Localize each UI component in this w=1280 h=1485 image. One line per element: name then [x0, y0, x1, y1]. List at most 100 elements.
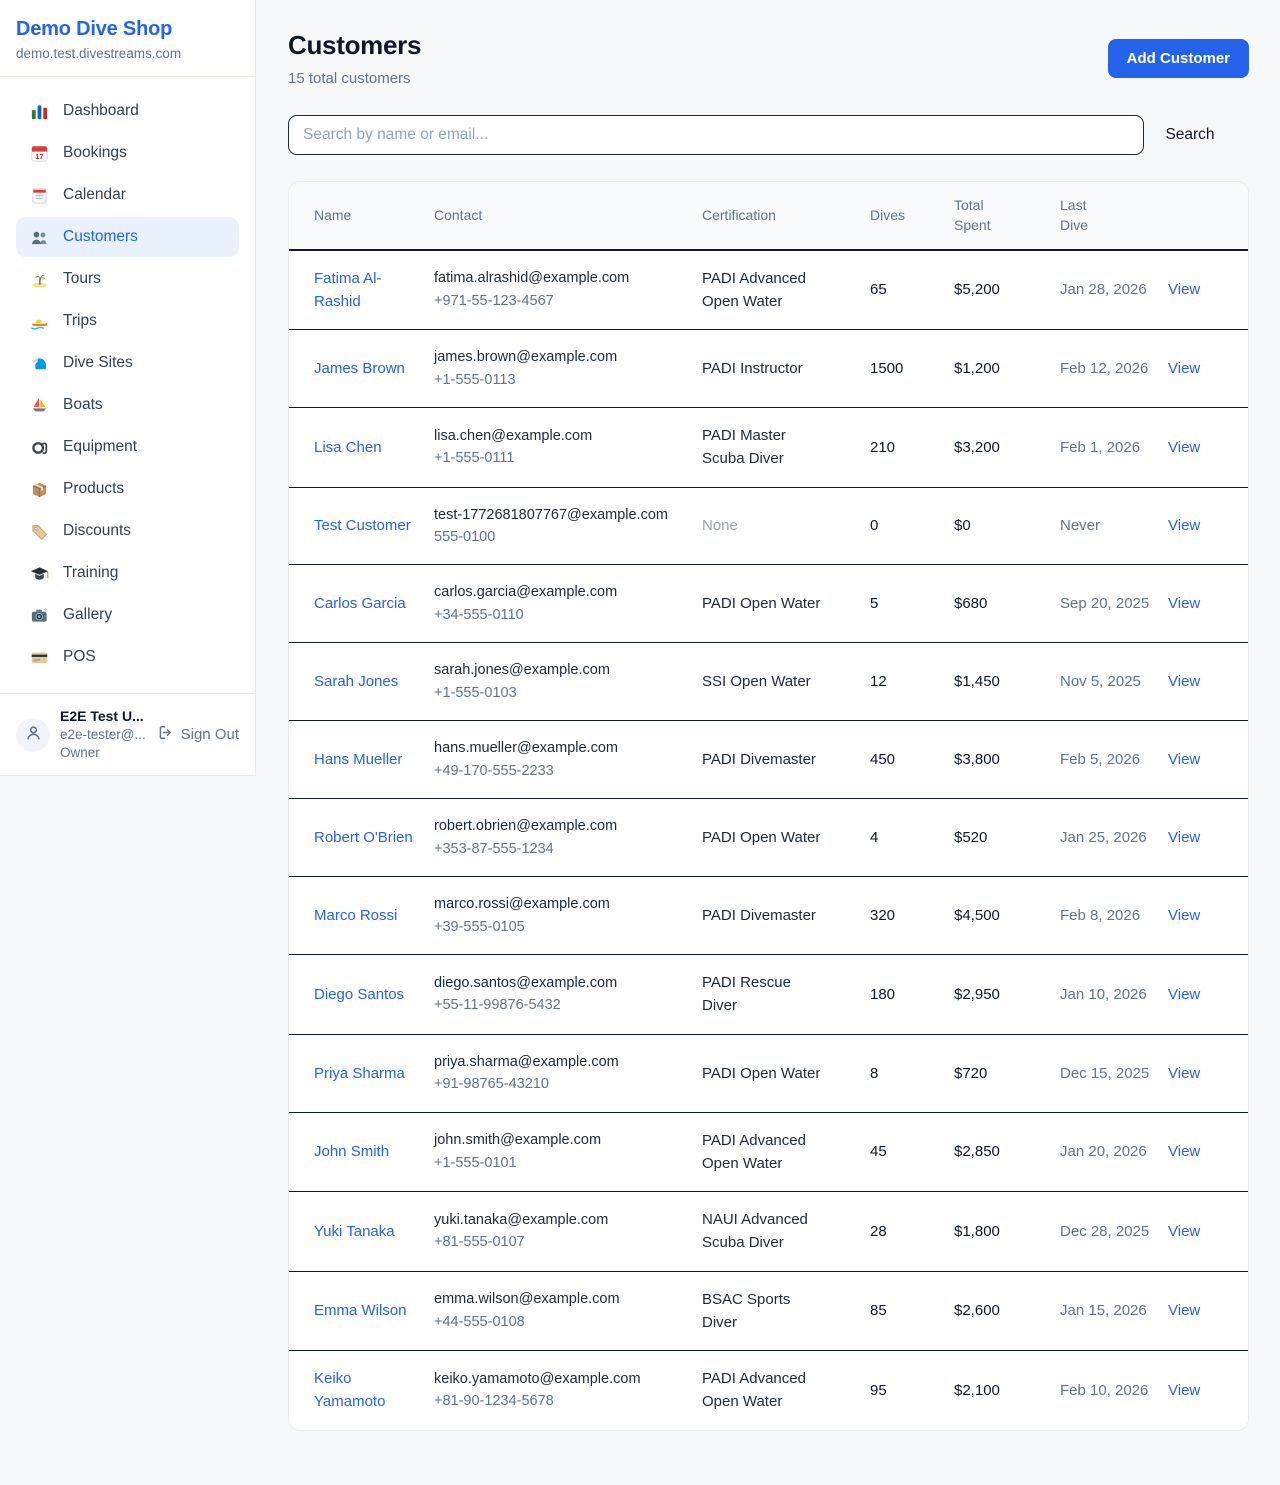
user-name: E2E Test U... [60, 707, 143, 726]
sidebar-item-dashboard[interactable]: Dashboard [16, 91, 239, 131]
tag-icon [28, 521, 50, 541]
sidebar-item-products[interactable]: Products [16, 469, 239, 509]
sidebar-item-label: Bookings [63, 144, 127, 162]
customer-name-link[interactable]: Priya Sharma [314, 1065, 405, 1082]
view-customer-link[interactable]: View [1168, 986, 1200, 1003]
customer-name-link[interactable]: Fatima Al-Rashid [314, 270, 382, 310]
customer-name-link[interactable]: Lisa Chen [314, 439, 382, 456]
contact-cell: marco.rossi@example.com+39-555-0105 [434, 877, 702, 955]
column-header-certification: Certification [702, 182, 870, 250]
view-customer-link[interactable]: View [1168, 1382, 1200, 1399]
customer-name-link[interactable]: Robert O'Brien [314, 829, 413, 846]
customer-last-dive: Feb 1, 2026 [1060, 408, 1168, 488]
camera-icon [28, 605, 50, 625]
customer-certification: PADI Divemaster [702, 907, 816, 924]
speedboat-icon [28, 311, 50, 331]
table-row: Hans Mueller hans.mueller@example.com+49-… [289, 721, 1249, 799]
customer-certification: None [702, 517, 738, 534]
view-customer-link[interactable]: View [1168, 517, 1200, 534]
customer-email: james.brown@example.com [434, 346, 690, 368]
spiral-calendar-icon [28, 185, 50, 205]
shop-name[interactable]: Demo Dive Shop [16, 18, 239, 41]
customer-name-link[interactable]: James Brown [314, 360, 405, 377]
customer-last-dive: Jan 25, 2026 [1060, 799, 1168, 877]
contact-cell: hans.mueller@example.com+49-170-555-2233 [434, 721, 702, 799]
customer-name-link[interactable]: Emma Wilson [314, 1302, 407, 1319]
view-customer-link[interactable]: View [1168, 595, 1200, 612]
sidebar-item-tours[interactable]: Tours [16, 259, 239, 299]
bar-chart-icon [28, 101, 50, 121]
sidebar-item-label: POS [63, 648, 96, 666]
customer-name-link[interactable]: Yuki Tanaka [314, 1223, 395, 1240]
customer-email: john.smith@example.com [434, 1129, 690, 1151]
customer-name-link[interactable]: Carlos Garcia [314, 595, 406, 612]
customer-total-spent: $3,200 [954, 408, 1060, 488]
customer-name-link[interactable]: John Smith [314, 1143, 389, 1160]
customer-email: emma.wilson@example.com [434, 1288, 690, 1310]
table-row: Test Customertest-1772681807767@example.… [289, 487, 1249, 565]
add-customer-button[interactable]: Add Customer [1108, 39, 1249, 78]
customer-name-link[interactable]: Diego Santos [314, 986, 404, 1003]
sidebar-item-label: Calendar [63, 186, 126, 204]
customer-dives: 450 [870, 721, 954, 799]
customer-total-spent: $1,450 [954, 643, 1060, 721]
sidebar-item-trips[interactable]: Trips [16, 301, 239, 341]
customer-certification: PADI Open Water [702, 829, 820, 846]
sidebar-item-calendar[interactable]: Calendar [16, 175, 239, 215]
customer-total-spent: $2,100 [954, 1351, 1060, 1430]
customer-last-dive: Never [1060, 487, 1168, 565]
customer-phone: +1-555-0111 [434, 447, 690, 469]
customer-phone: +81-90-1234-5678 [434, 1390, 690, 1412]
sidebar-item-training[interactable]: Training [16, 553, 239, 593]
customer-total-spent: $680 [954, 565, 1060, 643]
view-customer-link[interactable]: View [1168, 1143, 1200, 1160]
table-row: Emma Wilson emma.wilson@example.com+44-55… [289, 1271, 1249, 1351]
customer-last-dive: Feb 10, 2026 [1060, 1351, 1168, 1430]
column-header-last-dive: Last Dive [1060, 182, 1168, 250]
contact-cell: fatima.alrashid@example.com+971-55-123-4… [434, 250, 702, 330]
customer-last-dive: Feb 8, 2026 [1060, 877, 1168, 955]
customer-name-link[interactable]: Marco Rossi [314, 907, 397, 924]
search-input[interactable] [288, 115, 1144, 155]
customer-name-link[interactable]: Sarah Jones [314, 673, 398, 690]
sidebar-item-bookings[interactable]: 17 Bookings [16, 133, 239, 173]
customer-name-link[interactable]: Test Customer [314, 517, 411, 534]
sidebar-item-boats[interactable]: Boats [16, 385, 239, 425]
customer-dives: 4 [870, 799, 954, 877]
user-email: e2e-tester@... [60, 726, 143, 744]
view-customer-link[interactable]: View [1168, 439, 1200, 456]
shop-subdomain: demo.test.divestreams.com [16, 46, 239, 61]
view-customer-link[interactable]: View [1168, 673, 1200, 690]
customer-phone: +353-87-555-1234 [434, 838, 690, 860]
contact-cell: john.smith@example.com+1-555-0101 [434, 1112, 702, 1192]
sidebar-item-discounts[interactable]: Discounts [16, 511, 239, 551]
table-row: Diego Santosdiego.santos@example.com+55-… [289, 955, 1249, 1035]
sidebar-item-pos[interactable]: POS [16, 637, 239, 677]
view-customer-link[interactable]: View [1168, 1302, 1200, 1319]
view-customer-link[interactable]: View [1168, 1065, 1200, 1082]
sidebar-item-equipment[interactable]: Equipment [16, 427, 239, 467]
sidebar-item-label: Discounts [63, 522, 131, 540]
view-customer-link[interactable]: View [1168, 751, 1200, 768]
calendar-date-icon: 17 [28, 143, 50, 163]
column-header-contact: Contact [434, 182, 702, 250]
table-row: Keiko Yamamoto keiko.yamamoto@example.com… [289, 1351, 1249, 1430]
contact-cell: emma.wilson@example.com+44-555-0108 [434, 1271, 702, 1351]
sign-out-button[interactable]: Sign Out [153, 724, 239, 745]
column-header-dives: Dives [870, 182, 954, 250]
search-bar: Search [288, 115, 1249, 155]
view-customer-link[interactable]: View [1168, 1223, 1200, 1240]
customer-name-link[interactable]: Hans Mueller [314, 751, 402, 768]
view-customer-link[interactable]: View [1168, 829, 1200, 846]
sidebar-item-customers[interactable]: Customers [16, 217, 239, 257]
contact-cell: keiko.yamamoto@example.com+81-90-1234-56… [434, 1351, 702, 1430]
sidebar-item-dive-sites[interactable]: Dive Sites [16, 343, 239, 383]
sidebar-item-gallery[interactable]: Gallery [16, 595, 239, 635]
view-customer-link[interactable]: View [1168, 360, 1200, 377]
search-button[interactable]: Search [1144, 126, 1236, 144]
customer-name-link[interactable]: Keiko Yamamoto [314, 1370, 385, 1410]
view-customer-link[interactable]: View [1168, 281, 1200, 298]
contact-cell: yuki.tanaka@example.com+81-555-0107 [434, 1192, 702, 1272]
view-customer-link[interactable]: View [1168, 907, 1200, 924]
svg-text:17: 17 [35, 153, 43, 161]
